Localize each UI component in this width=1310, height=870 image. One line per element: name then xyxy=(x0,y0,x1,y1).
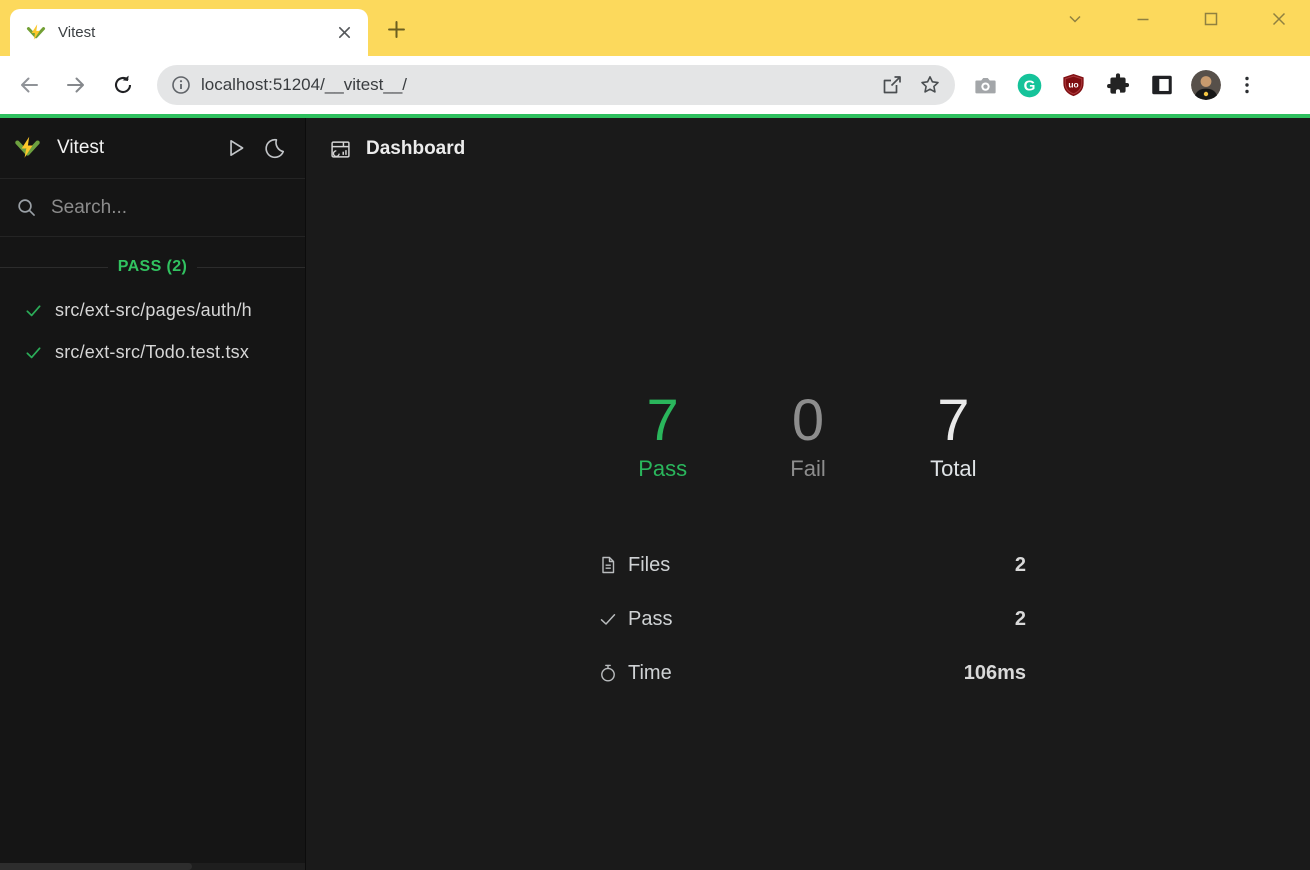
browser-window: Vitest xyxy=(0,0,1310,870)
pass-section-header: PASS (2) xyxy=(0,245,305,289)
reload-icon[interactable] xyxy=(110,72,136,98)
back-icon[interactable] xyxy=(16,72,42,98)
test-file-item[interactable]: src/ext-src/pages/auth/h xyxy=(0,289,305,331)
pass-count: 7 xyxy=(590,392,735,450)
close-window-button[interactable] xyxy=(1268,8,1290,30)
vitest-logo-icon xyxy=(14,135,41,162)
extensions-puzzle-icon[interactable] xyxy=(1104,72,1131,99)
test-file-name: src/ext-src/Todo.test.tsx xyxy=(55,342,249,363)
stat-total: 7 Total xyxy=(881,392,1026,482)
detail-label: Files xyxy=(628,554,1015,577)
tab-strip: Vitest xyxy=(0,0,1310,56)
detail-label: Time xyxy=(628,662,964,685)
side-panel-icon[interactable] xyxy=(1148,72,1175,99)
file-icon xyxy=(598,555,628,575)
pass-section-label: PASS (2) xyxy=(108,258,198,276)
browser-tab[interactable]: Vitest xyxy=(10,9,368,56)
tab-search-chevron-icon[interactable] xyxy=(1064,8,1086,30)
fail-count: 0 xyxy=(735,392,880,450)
grammarly-icon[interactable]: G xyxy=(1016,72,1043,99)
vitest-favicon xyxy=(26,23,46,43)
test-file-item[interactable]: src/ext-src/Todo.test.tsx xyxy=(0,331,305,373)
check-icon xyxy=(598,609,628,629)
profile-avatar[interactable] xyxy=(1191,70,1221,100)
tab-title: Vitest xyxy=(58,24,332,41)
search-row xyxy=(0,179,305,237)
test-file-name: src/ext-src/pages/auth/h xyxy=(55,300,252,321)
scrollbar-thumb[interactable] xyxy=(0,863,192,870)
horizontal-scrollbar xyxy=(0,863,305,870)
table-row: Pass 2 xyxy=(590,592,1026,646)
main-panel: Dashboard 7 Pass 0 Fail 7 Total xyxy=(306,118,1310,870)
window-controls xyxy=(1064,8,1290,30)
maximize-button[interactable] xyxy=(1200,8,1222,30)
new-tab-button[interactable] xyxy=(382,15,410,43)
site-info-icon[interactable] xyxy=(171,75,191,95)
search-input[interactable] xyxy=(51,197,296,219)
sidebar: Vitest PASS (2) xyxy=(0,118,306,870)
stat-pass: 7 Pass xyxy=(590,392,735,482)
detail-value: 2 xyxy=(1015,608,1026,631)
detail-value: 2 xyxy=(1015,554,1026,577)
dashboard-summary: 7 Pass 0 Fail 7 Total xyxy=(590,180,1026,700)
table-row: Files 2 xyxy=(590,538,1026,592)
run-details-table: Files 2 Pass 2 xyxy=(590,538,1026,700)
search-icon xyxy=(16,197,37,218)
browser-menu-kebab-icon[interactable] xyxy=(1233,72,1260,99)
vitest-ui: Vitest PASS (2) xyxy=(0,118,1310,870)
address-bar[interactable]: localhost:51204/__vitest__/ xyxy=(157,65,955,105)
share-icon[interactable] xyxy=(879,72,905,98)
forward-icon[interactable] xyxy=(63,72,89,98)
ublock-icon[interactable]: uo xyxy=(1060,72,1087,99)
run-all-play-icon[interactable] xyxy=(223,135,249,161)
stat-fail: 0 Fail xyxy=(735,392,880,482)
pass-check-icon xyxy=(24,301,43,320)
dashboard-icon xyxy=(330,139,351,160)
detail-label: Pass xyxy=(628,608,1015,631)
app-title: Vitest xyxy=(57,137,211,159)
bookmark-star-icon[interactable] xyxy=(917,72,943,98)
tab-close-icon[interactable] xyxy=(332,21,356,45)
pass-label: Pass xyxy=(590,456,735,482)
browser-toolbar: localhost:51204/__vitest__/ xyxy=(0,56,1310,114)
stats-row: 7 Pass 0 Fail 7 Total xyxy=(590,392,1026,482)
total-count: 7 xyxy=(881,392,1026,450)
fail-label: Fail xyxy=(735,456,880,482)
stopwatch-icon xyxy=(598,663,628,683)
main-header: Dashboard xyxy=(306,118,1310,180)
url-text: localhost:51204/__vitest__/ xyxy=(201,75,867,95)
page-title: Dashboard xyxy=(366,138,465,160)
detail-value: 106ms xyxy=(964,662,1026,685)
pass-check-icon xyxy=(24,343,43,362)
section-rule xyxy=(0,267,108,268)
screenshot-camera-icon[interactable] xyxy=(972,72,999,99)
grammarly-letter: G xyxy=(1024,77,1036,94)
total-label: Total xyxy=(881,456,1026,482)
ublock-letters: uo xyxy=(1068,79,1078,89)
table-row: Time 106ms xyxy=(590,646,1026,700)
dark-mode-moon-icon[interactable] xyxy=(261,135,287,161)
sidebar-header: Vitest xyxy=(0,118,305,179)
minimize-button[interactable] xyxy=(1132,8,1154,30)
section-rule xyxy=(197,267,305,268)
